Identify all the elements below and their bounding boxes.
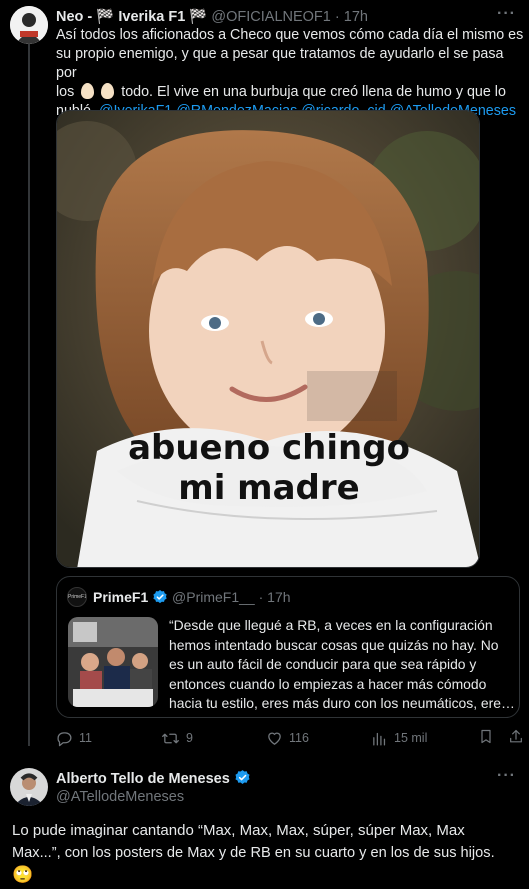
more-options-icon[interactable]: ··· [497,767,516,785]
quoted-tweet[interactable]: PrimeF1 PrimeF1 @PrimeF1__ · 17h “Desde … [56,576,520,718]
quote-time: 17h [267,589,291,605]
tweet-time[interactable]: 17h [344,9,368,25]
retweet-button[interactable]: 9 [161,728,193,748]
meme-caption-line2: mi madre [178,468,360,508]
like-button[interactable]: 116 [266,728,309,748]
tweet1-text: Así todos los aficionados a Checo que ve… [56,26,526,121]
quote-author-handle: @PrimeF1__ [172,589,255,605]
egg-emoji-icon [81,83,95,99]
views-icon [373,732,386,746]
tweet1-line2: su propio enemigo, y que a pesar que tra… [56,46,504,81]
verified-badge-icon [152,589,168,610]
quote-author-name: PrimeF1 [93,589,149,605]
quote-avatar[interactable]: PrimeF1 [67,587,87,607]
reply-icon [57,731,72,746]
dot-separator: · [334,9,340,25]
share-button[interactable] [508,728,524,745]
bookmark-icon [481,729,491,744]
quote-thumbnail [68,617,158,707]
meme-caption-line1: abueno chingo [128,428,410,468]
quote-text: “Desde que llegué a RB, a veces en la co… [169,617,515,711]
bookmark-button[interactable] [478,728,494,745]
verified-badge-icon [234,769,251,792]
quote-header: PrimeF1 @PrimeF1__ · 17h [93,587,291,610]
tweet1-line3: los todo. El vive en una burbuja que cre… [56,83,506,100]
more-options-icon[interactable]: ··· [497,5,516,23]
retweet-icon [162,733,179,743]
author-name[interactable]: Neo - 🏁 Iverika F1 🏁 [56,9,207,25]
views-button[interactable]: 15 mil [371,728,427,748]
avatar-neo[interactable] [10,6,48,44]
egg-emoji-icon [101,83,115,99]
eye-roll-emoji-icon: 🙄 [12,865,34,884]
author-handle[interactable]: @OFICIALNEOF1 [211,9,330,25]
thread-line [28,44,30,746]
tweet1-line1: Así todos los aficionados a Checo que ve… [56,27,524,43]
share-icon [510,729,522,743]
timeline: Neo - 🏁 Iverika F1 🏁 @OFICIALNEOF1 · 17h… [0,0,529,889]
tweet1-action-bar: 11 9 116 15 mil [56,728,526,748]
avatar-alberto[interactable] [10,768,48,806]
author-handle[interactable]: @ATellodeMeneses [56,787,184,807]
tweet1-header: Neo - 🏁 Iverika F1 🏁 @OFICIALNEOF1 · 17h [56,7,368,27]
heart-icon [268,732,281,745]
author-name[interactable]: Alberto Tello de Meneses [56,771,230,787]
reply-button[interactable]: 11 [56,728,92,748]
tweet1-media-image[interactable]: abueno chingo mi madre [56,110,480,568]
tweet2-text: Lo pude imaginar cantando “Max, Max, Max… [12,820,527,886]
